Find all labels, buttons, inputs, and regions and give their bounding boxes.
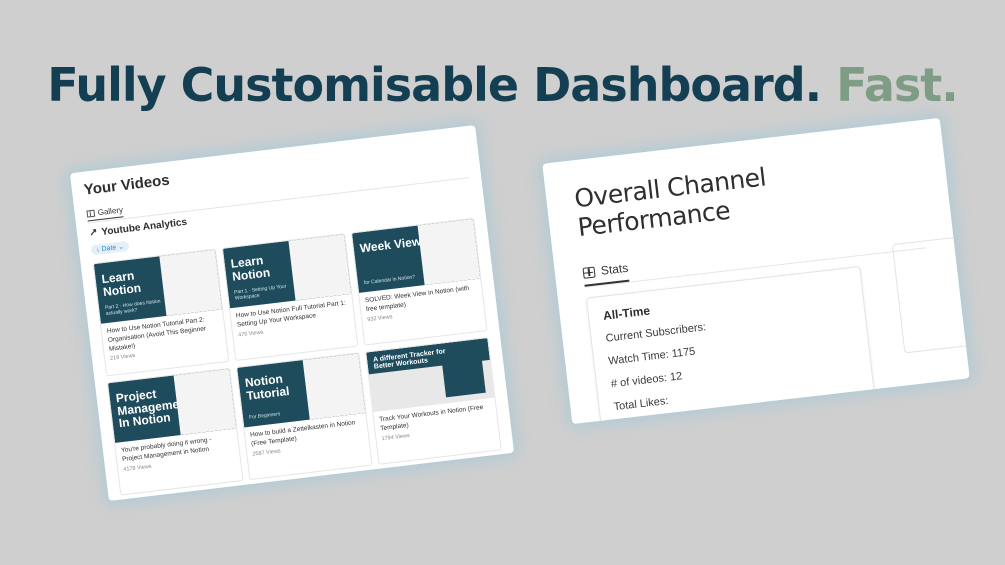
videos-panel: Your Videos Gallery ↗ Youtube Analytics … <box>69 125 515 501</box>
app-screenshot <box>302 353 366 420</box>
gallery-icon <box>86 209 96 218</box>
video-card[interactable]: Notion Tutorial For Beginners How to bui… <box>236 352 373 481</box>
tab-stats-label: Stats <box>600 260 629 278</box>
tab-gallery-label: Gallery <box>97 205 124 218</box>
headline: Fully Customisable Dashboard. Fast. <box>0 58 1005 112</box>
video-card[interactable]: Learn Notion Part 2 · How does Notion ac… <box>92 248 230 377</box>
chevron-down-icon: ⌄ <box>117 243 125 252</box>
performance-title: Overall Channel Performance <box>572 162 768 243</box>
next-stats-card[interactable] <box>891 235 970 354</box>
video-gallery: Learn Notion Part 2 · How does Notion ac… <box>92 217 502 496</box>
headline-accent: Fast. <box>836 58 959 112</box>
calendar-screenshot <box>417 218 481 286</box>
illustration-image <box>288 234 352 301</box>
date-filter-button[interactable]: ↓ Date ⌄ <box>90 240 130 256</box>
arrow-down-icon: ↓ <box>95 246 101 254</box>
video-card[interactable]: Project Management In Notion You're prob… <box>106 367 244 496</box>
video-card[interactable]: Learn Notion Part 1 · Setting Up Your Wo… <box>221 233 359 362</box>
headline-main: Fully Customisable Dashboard. <box>47 58 822 112</box>
video-card[interactable]: Week View for Calendar in Notion? SOLVED… <box>350 217 488 346</box>
all-time-stats-card[interactable]: All-Time Current Subscribers: Watch Time… <box>585 266 877 425</box>
illustration-image <box>159 249 223 316</box>
app-screenshot <box>173 368 237 436</box>
performance-panel: Overall Channel Performance Stats All-Ti… <box>542 117 970 425</box>
arrow-up-right-icon: ↗ <box>88 227 99 240</box>
date-filter-label: Date <box>101 244 117 254</box>
table-icon <box>582 266 596 279</box>
video-card[interactable]: A different Tracker for Better Workouts … <box>365 336 502 465</box>
book-image <box>441 352 486 398</box>
